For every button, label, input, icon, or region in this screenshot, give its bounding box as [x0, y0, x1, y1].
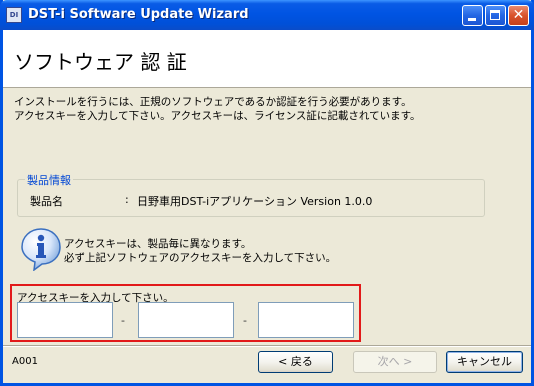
intro-line-1: インストールを行うには、正規のソフトウェアであるか認証を行う必要があります。 — [14, 96, 412, 108]
header-panel: ソフトウェア 認 証 — [3, 30, 531, 88]
screen-id: A001 — [12, 356, 38, 367]
product-name-label: 製品名 — [30, 195, 63, 208]
intro-line-2: アクセスキーを入力して下さい。アクセスキーは、ライセンス証に記載されています。 — [14, 110, 421, 122]
title-bar[interactable]: DI DST-i Software Update Wizard ✕ — [0, 0, 534, 30]
footer-divider — [3, 345, 531, 347]
app-icon: DI — [6, 7, 22, 23]
product-info-label: 製品情報 — [25, 172, 73, 188]
page-title: ソフトウェア 認 証 — [14, 50, 187, 74]
access-key-field-2[interactable] — [138, 302, 234, 338]
notice-line-2: 必ず上記ソフトウェアのアクセスキーを入力して下さい。 — [64, 252, 337, 264]
close-icon: ✕ — [512, 7, 525, 23]
access-key-field-1[interactable] — [17, 302, 113, 338]
info-icon — [21, 228, 61, 271]
wizard-window: DI DST-i Software Update Wizard ✕ ソフトウェア… — [0, 0, 534, 386]
minimize-button[interactable] — [462, 5, 483, 26]
maximize-button[interactable] — [485, 5, 506, 26]
intro-text: インストールを行うには、正規のソフトウェアであるか認証を行う必要があります。 ア… — [14, 95, 524, 123]
product-name-colon: : — [125, 193, 129, 206]
notice-text: アクセスキーは、製品毎に異なります。 必ず上記ソフトウェアのアクセスキーを入力し… — [64, 237, 336, 265]
back-button[interactable]: < 戻る — [258, 351, 333, 373]
access-key-field-3[interactable] — [258, 302, 354, 338]
cancel-button[interactable]: キャンセル — [446, 351, 523, 373]
product-name-value: 日野車用DST-iアプリケーション Version 1.0.0 — [137, 195, 373, 208]
access-key-separator-1: - — [121, 314, 125, 327]
notice-line-1: アクセスキーは、製品毎に異なります。 — [64, 238, 252, 250]
window-title: DST-i Software Update Wizard — [28, 7, 249, 22]
close-button[interactable]: ✕ — [508, 5, 529, 26]
access-key-separator-2: - — [243, 314, 247, 327]
next-button[interactable]: 次へ > — [353, 351, 437, 373]
